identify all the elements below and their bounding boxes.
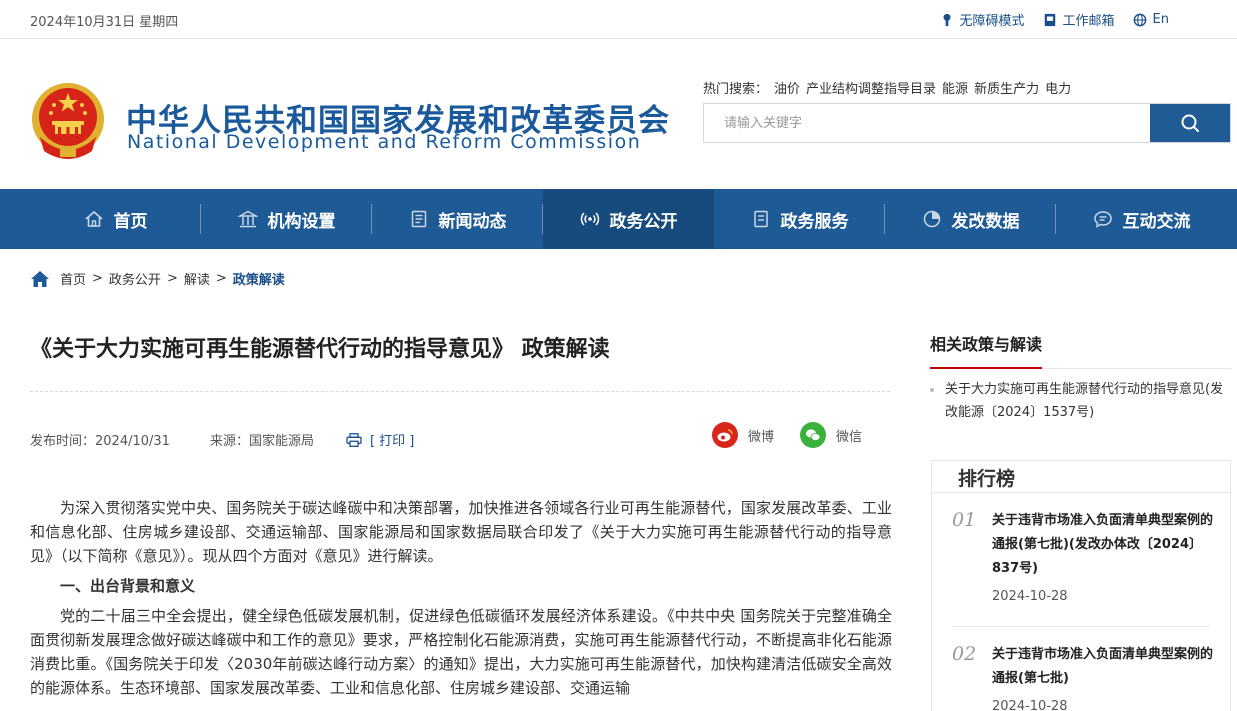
nav-item-data[interactable]: 发改数据	[885, 189, 1056, 249]
section-heading: 一、出台背景和意义	[60, 577, 196, 595]
breadcrumb-separator: >	[215, 271, 227, 286]
share-bar: 微博 微信	[712, 422, 862, 448]
hot-search-label: 热门搜索：	[703, 82, 769, 97]
ranking-item-link[interactable]: 关于违背市场准入负面清单典型案例的通报(第七批)	[992, 643, 1222, 691]
breadcrumb-government-affairs[interactable]: 政务公开	[109, 269, 161, 288]
share-wechat-button[interactable]: 微信	[800, 422, 862, 448]
nav-label: 机构设置	[267, 211, 336, 232]
mail-icon	[1044, 13, 1055, 26]
article-paragraph: 为深入贯彻落实党中央、国务院关于碳达峰碳中和决策部署，加快推进各领域各行业可再生…	[30, 499, 892, 565]
hot-search-item[interactable]: 产业结构调整指导目录	[806, 78, 936, 97]
search-input[interactable]	[704, 104, 1150, 142]
breadcrumb-separator: >	[92, 271, 103, 286]
article-title: 《关于大力实施可再生能源替代行动的指导意见》 政策解读	[30, 337, 610, 362]
nav-item-government-affairs[interactable]: 政务公开	[543, 189, 714, 249]
chat-icon	[1093, 211, 1112, 228]
nav-item-interaction[interactable]: 互动交流	[1056, 189, 1227, 249]
weibo-icon	[712, 422, 738, 448]
hot-search-item[interactable]: 油价	[774, 78, 800, 97]
related-policies-title: 相关政策与解读	[930, 331, 1043, 369]
nav-label: 首页	[113, 211, 148, 232]
top-bar: 2024年10月31日 星期四 无障碍模式 工作邮箱 En	[0, 0, 1237, 39]
article-body: 为深入贯彻落实党中央、国务院关于碳达峰碳中和决策部署，加快推进各领域各行业可再生…	[30, 496, 892, 700]
breadcrumb-policy-interpretation[interactable]: 政策解读	[233, 269, 285, 288]
ranking-number: 02	[952, 643, 977, 665]
accessibility-mode-link[interactable]: 无障碍模式	[940, 10, 1025, 29]
wechat-icon	[800, 422, 827, 448]
building-icon	[237, 210, 258, 228]
nav-item-services[interactable]: 政务服务	[714, 189, 885, 249]
hot-search: 热门搜索： 油价 产业结构调整指导目录 能源 新质生产力 电力	[703, 78, 1071, 97]
title-divider	[30, 391, 890, 392]
printer-icon	[346, 432, 362, 447]
weibo-label: 微博	[748, 429, 775, 445]
site-header: 中华人民共和国国家发展和改革委员会 National Development a…	[0, 39, 1237, 189]
english-link[interactable]: En	[1133, 10, 1169, 29]
work-mail-label: 工作邮箱	[1062, 14, 1115, 29]
nav-item-news[interactable]: 新闻动态	[372, 189, 543, 249]
nav-label: 政务服务	[780, 211, 849, 232]
accessibility-icon	[943, 13, 951, 26]
ranking-title: 排行榜	[958, 468, 1016, 490]
ranking-divider	[932, 492, 1230, 493]
main-nav: 首页 机构设置 新闻动态 政务公开 政务服务 发改数据 互动交流	[0, 189, 1237, 249]
nav-label: 互动交流	[1122, 211, 1191, 232]
breadcrumb-interpretation[interactable]: 解读	[184, 269, 210, 288]
ranking-separator	[952, 626, 1210, 627]
article-meta: 发布时间：2024/10/31 来源：国家能源局 [ 打印 ]	[30, 430, 414, 449]
work-mail-link[interactable]: 工作邮箱	[1043, 10, 1115, 29]
wechat-label: 微信	[836, 429, 863, 445]
article-source: 来源：国家能源局	[209, 434, 314, 449]
english-label: En	[1152, 12, 1169, 27]
ranking-date: 2024-10-28	[992, 589, 1068, 604]
accessibility-label: 无障碍模式	[959, 14, 1025, 29]
home-icon	[31, 270, 49, 287]
current-date: 2024年10月31日 星期四	[30, 15, 179, 30]
hot-search-item[interactable]: 能源	[942, 78, 968, 97]
ranking-number: 01	[952, 509, 977, 531]
breadcrumb: 首页 > 政务公开 > 解读 > 政策解读	[30, 269, 285, 288]
search-icon	[1181, 114, 1199, 132]
pie-chart-icon	[923, 210, 940, 228]
nav-label: 政务公开	[609, 211, 678, 232]
hot-search-item[interactable]: 电力	[1045, 78, 1071, 97]
ranking-date: 2024-10-28	[992, 699, 1068, 711]
related-policies-header: 相关政策与解读	[930, 331, 1231, 369]
nav-item-organization[interactable]: 机构设置	[201, 189, 372, 249]
home-icon	[84, 210, 103, 227]
publish-time: 发布时间：2024/10/31	[30, 434, 170, 449]
breadcrumb-home[interactable]: 首页	[60, 269, 86, 288]
nav-label: 发改数据	[951, 211, 1020, 232]
related-policy-link[interactable]: 关于大力实施可再生能源替代行动的指导意见(发改能源〔2024〕1537号)	[930, 378, 1230, 424]
article-paragraph: 党的二十届三中全会提出，健全绿色低碳发展机制，促进绿色低碳循环发展经济体系建设。…	[30, 607, 892, 697]
hot-search-item[interactable]: 新质生产力	[974, 78, 1039, 97]
print-button[interactable]: [ 打印 ]	[346, 430, 414, 449]
globe-icon	[1133, 13, 1146, 26]
broadcast-icon	[580, 212, 599, 226]
national-emblem-icon[interactable]	[30, 81, 106, 161]
ranking-item-link[interactable]: 关于违背市场准入负面清单典型案例的通报(第七批)(发改办体改〔2024〕837号…	[992, 509, 1222, 581]
ranking-panel: 排行榜 01 关于违背市场准入负面清单典型案例的通报(第七批)(发改办体改〔20…	[931, 460, 1231, 711]
nav-item-home[interactable]: 首页	[30, 189, 201, 249]
share-weibo-button[interactable]: 微博	[712, 422, 774, 448]
service-icon	[753, 210, 768, 228]
top-tools: 无障碍模式 工作邮箱 En	[940, 10, 1169, 29]
news-icon	[411, 210, 426, 228]
site-title-en: National Development and Reform Commissi…	[127, 131, 642, 153]
search-box	[703, 103, 1231, 143]
breadcrumb-separator: >	[166, 271, 178, 286]
search-button[interactable]	[1150, 104, 1230, 142]
nav-label: 新闻动态	[438, 211, 507, 232]
print-label: [ 打印 ]	[369, 434, 415, 449]
